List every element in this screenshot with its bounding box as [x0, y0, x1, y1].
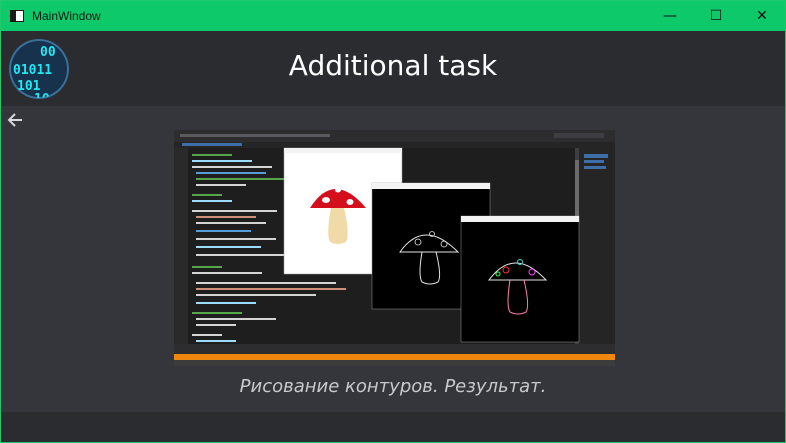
ide-screenshot-image	[174, 130, 615, 366]
page-footer	[1, 412, 785, 442]
window-title: MainWindow	[32, 9, 101, 23]
image-caption: Рисование контуров. Результат.	[239, 376, 547, 397]
minimize-icon: —	[663, 8, 677, 24]
close-button[interactable]: ✕	[739, 1, 785, 31]
content-area: Рисование контуров. Результат.	[1, 106, 785, 412]
back-button[interactable]	[6, 111, 24, 129]
maximize-button[interactable]: ☐	[693, 1, 739, 31]
window-app-icon	[10, 10, 24, 22]
main-window: MainWindow — ☐ ✕ 00 01011 101 10 Additio…	[0, 0, 786, 443]
title-bar[interactable]: MainWindow — ☐ ✕	[1, 1, 785, 31]
page-title: Additional task	[288, 49, 498, 82]
window-controls: — ☐ ✕	[647, 1, 785, 31]
arrow-left-icon	[7, 113, 22, 127]
maximize-icon: ☐	[709, 8, 723, 24]
page-header: 00 01011 101 10 Additional task	[1, 31, 785, 106]
close-icon: ✕	[756, 8, 768, 24]
minimize-button[interactable]: —	[647, 1, 693, 31]
